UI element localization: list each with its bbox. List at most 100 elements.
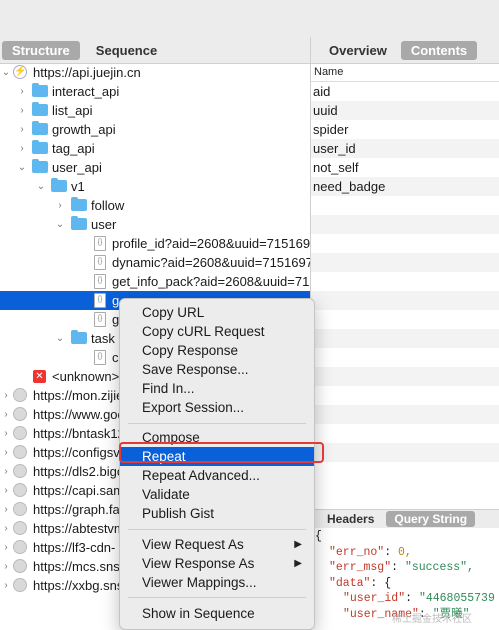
empty-row [311,253,499,272]
menu-view-response-as[interactable]: View Response As ▶ [120,554,314,573]
menu-save-response[interactable]: Save Response... [120,360,314,379]
json-file-icon: {} [94,312,106,327]
chevron-right-icon[interactable]: › [16,101,28,120]
tree-label: interact_api [52,84,120,99]
tree-label: https://abtestvm [33,521,125,536]
menu-export-session[interactable]: Export Session... [120,398,314,417]
folder-icon [51,178,67,192]
tree-label: user_api [52,160,102,175]
tree-label: https://graph.fa [33,502,120,517]
menu-copy-response[interactable]: Copy Response [120,341,314,360]
menu-copy-url[interactable]: Copy URL [120,303,314,322]
submenu-arrow-icon: ▶ [294,558,302,569]
param-row[interactable]: spider [311,120,499,139]
tab-structure[interactable]: Structure [2,40,80,60]
lightning-host-icon: ⚡ [13,65,27,79]
chevron-right-icon[interactable]: › [0,405,12,424]
tree-row-host[interactable]: ⌄ ⚡ https://api.juejin.cn [0,63,310,82]
tree-row-folder[interactable]: › interact_api [0,82,310,101]
empty-row [311,462,499,481]
folder-icon [71,197,87,211]
menu-view-request-as[interactable]: View Request As ▶ [120,535,314,554]
empty-row [311,329,499,348]
json-viewer: { "err_no": 0, "err_msg": "success", "da… [315,530,495,621]
menu-find-in[interactable]: Find In... [120,379,314,398]
param-row[interactable]: aid [311,82,499,101]
tree-row-folder[interactable]: › tag_api [0,139,310,158]
json-file-icon: {} [94,350,106,365]
tree-label: https://www.goo [33,407,125,422]
tree-row-folder[interactable]: ⌄ user [0,215,310,234]
tree-row-folder[interactable]: › follow [0,196,310,215]
menu-viewer-mappings[interactable]: Viewer Mappings... [120,573,314,592]
chevron-right-icon[interactable]: › [0,500,12,519]
chevron-down-icon[interactable]: ⌄ [54,215,66,234]
chevron-down-icon[interactable]: ⌄ [0,63,12,82]
tree-row-request[interactable]: {} get_info_pack?aid=2608&uuid=71 [0,272,310,291]
chevron-right-icon[interactable]: › [0,424,12,443]
tab-sequence[interactable]: Sequence [86,41,167,60]
chevron-right-icon[interactable]: › [54,196,66,215]
chevron-down-icon[interactable]: ⌄ [35,177,47,196]
param-row[interactable]: need_badge [311,177,499,196]
tree-label: get_info_pack?aid=2608&uuid=71 [112,274,310,289]
query-params-table: aid uuid spider user_id not_self need_ba… [311,82,499,481]
chevron-down-icon[interactable]: ⌄ [54,329,66,348]
host-icon [13,426,27,440]
empty-row [311,443,499,462]
chevron-right-icon[interactable]: › [16,139,28,158]
tree-label: https://lf3-cdn- [33,540,116,555]
chevron-right-icon[interactable]: › [0,519,12,538]
tree-label: v1 [71,179,85,194]
chevron-right-icon[interactable]: › [0,462,12,481]
folder-icon [32,121,48,135]
menu-label: View Request As [142,537,244,552]
empty-row [311,348,499,367]
context-menu: Copy URL Copy cURL Request Copy Response… [119,298,315,630]
chevron-down-icon[interactable]: ⌄ [16,158,28,177]
right-tab-bar: Overview Contents [311,37,499,64]
tree-label: https://capi.sam [33,483,125,498]
name-column-header[interactable]: Name [311,64,499,82]
tree-row-folder[interactable]: ⌄ v1 [0,177,310,196]
param-row[interactable]: user_id [311,139,499,158]
chevron-right-icon[interactable]: › [0,481,12,500]
tree-label: c [112,350,119,365]
tree-label: https://mon.zijie [33,388,124,403]
folder-icon [32,159,48,173]
json-key: "err_msg" [329,561,392,574]
menu-copy-curl[interactable]: Copy cURL Request [120,322,314,341]
chevron-right-icon[interactable]: › [0,557,12,576]
tree-row-folder[interactable]: ⌄ user_api [0,158,310,177]
tree-row-request[interactable]: {} profile_id?aid=2608&uuid=715169 [0,234,310,253]
menu-validate[interactable]: Validate [120,485,314,504]
param-row[interactable]: uuid [311,101,499,120]
tree-label: https://configsv [33,445,120,460]
tree-label: https://bntask12 [33,426,125,441]
tab-headers[interactable]: Headers [319,511,382,527]
chevron-right-icon[interactable]: › [0,443,12,462]
folder-icon [71,330,87,344]
host-icon [13,559,27,573]
tree-row-folder[interactable]: › list_api [0,101,310,120]
tab-overview[interactable]: Overview [319,41,397,60]
chevron-right-icon[interactable]: › [0,538,12,557]
param-row[interactable]: not_self [311,158,499,177]
menu-show-in-sequence[interactable]: Show in Sequence [120,604,314,623]
json-file-icon: {} [94,255,106,270]
tab-contents[interactable]: Contents [400,40,478,60]
menu-publish-gist[interactable]: Publish Gist [120,504,314,523]
tree-row-folder[interactable]: › growth_api [0,120,310,139]
tab-query-string[interactable]: Query String [386,511,476,527]
chevron-right-icon[interactable]: › [16,120,28,139]
chevron-right-icon[interactable]: › [0,386,12,405]
folder-icon [71,216,87,230]
folder-icon [32,140,48,154]
chevron-right-icon[interactable]: › [16,82,28,101]
tree-label: task [91,331,115,346]
tree-row-request[interactable]: {} dynamic?aid=2608&uuid=7151697 [0,253,310,272]
chevron-right-icon[interactable]: › [0,576,12,595]
details-pane: Overview Contents Name aid uuid spider u… [311,37,499,626]
tree-label: <unknown> [52,369,120,384]
menu-repeat-advanced[interactable]: Repeat Advanced... [120,466,314,485]
